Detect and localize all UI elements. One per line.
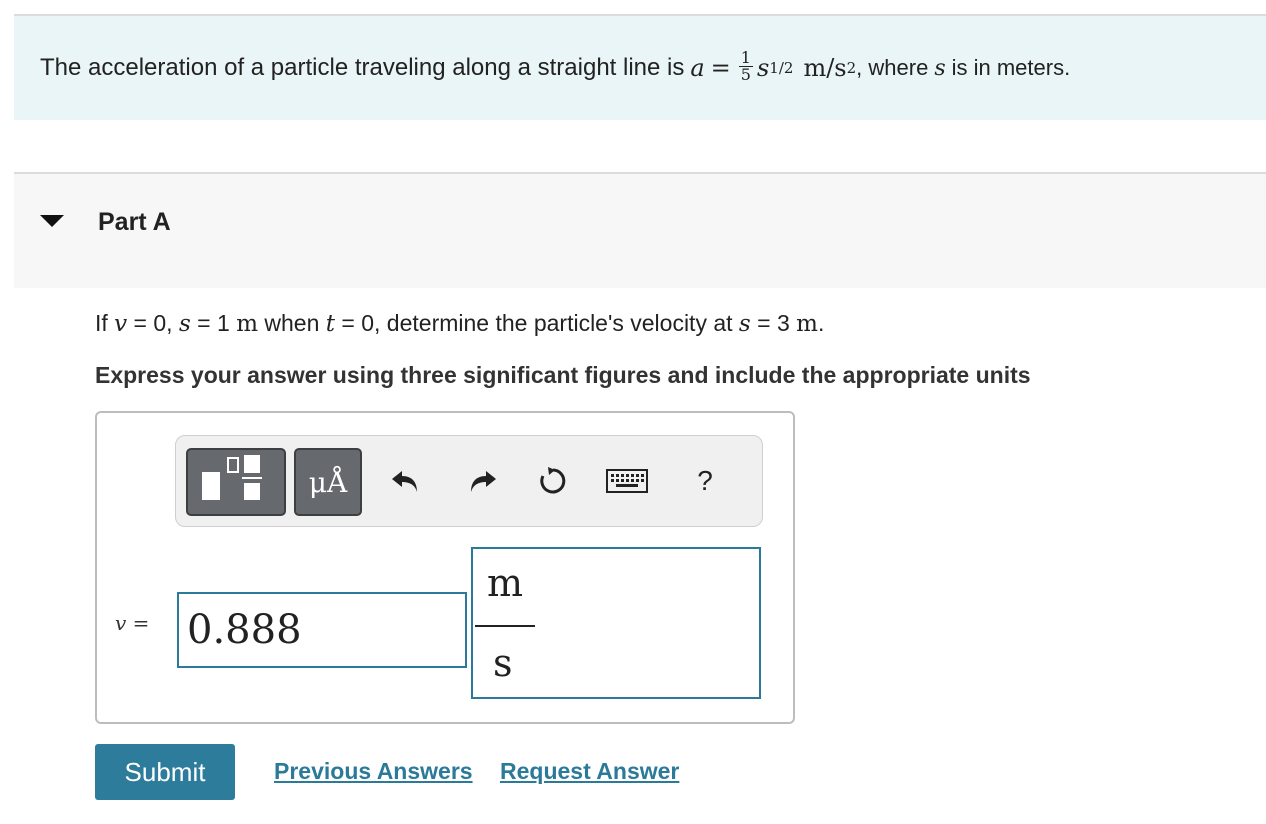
q-var-s: s	[738, 311, 751, 337]
unit-fraction-bar	[475, 625, 535, 627]
answer-value-input[interactable]: 0.888	[177, 592, 467, 668]
unit-denominator: s	[493, 641, 513, 685]
reset-icon[interactable]	[536, 464, 570, 498]
q-var-v: v	[114, 311, 128, 337]
question-text: If v = 0, s = 1 m when t = 0, determine …	[95, 310, 824, 337]
collapse-triangle-icon[interactable]	[40, 215, 64, 227]
q-text: .	[817, 310, 825, 336]
problem-text-s: s	[934, 55, 946, 81]
q-text: = 0, determine the particle's velocity a…	[335, 310, 739, 336]
q-var-s: s	[178, 311, 191, 337]
answer-units-input[interactable]: m s	[471, 547, 761, 699]
eq-fraction: 1 5	[738, 47, 753, 84]
q-text: = 3	[750, 310, 797, 336]
eq-frac-den: 5	[740, 64, 751, 84]
eq-units-exponent: 2	[846, 59, 857, 77]
eq-exponent: 1/2	[769, 59, 794, 77]
problem-text-after-2: is in meters.	[951, 55, 1071, 80]
templates-button[interactable]	[186, 448, 286, 516]
help-button[interactable]: ?	[688, 464, 722, 498]
undo-icon[interactable]	[388, 464, 422, 498]
q-unit-m: m	[796, 311, 818, 337]
part-title: Part A	[98, 208, 171, 236]
eq-units: m/s	[803, 54, 847, 82]
unit-numerator: m	[487, 561, 524, 605]
q-text: If	[95, 310, 115, 336]
eq-equals: =	[710, 54, 731, 82]
instruction-text: Express your answer using three signific…	[95, 362, 1031, 388]
problem-text-after-1: , where	[856, 55, 929, 80]
q-var-t: t	[325, 311, 336, 337]
math-toolbar: μÅ ?	[175, 435, 763, 527]
eq-frac-num: 1	[738, 47, 753, 67]
eq-s: s	[756, 54, 770, 82]
eq-a: a	[690, 54, 705, 82]
answer-panel: μÅ ? v = 0.888 m s	[95, 411, 795, 724]
redo-icon[interactable]	[466, 464, 500, 498]
templates-icon	[202, 455, 262, 500]
q-text: when	[258, 310, 326, 336]
keyboard-icon[interactable]	[606, 464, 648, 498]
request-answer-link[interactable]: Request Answer	[500, 758, 679, 785]
previous-answers-link[interactable]: Previous Answers	[274, 758, 473, 785]
problem-text-before: The acceleration of a particle traveling…	[40, 54, 685, 81]
answer-variable-label: v =	[115, 611, 150, 635]
q-text: = 0,	[127, 310, 179, 336]
q-unit-m: m	[236, 311, 258, 337]
problem-statement: The acceleration of a particle traveling…	[14, 14, 1266, 120]
units-button[interactable]: μÅ	[294, 448, 362, 516]
part-a-header[interactable]: Part A	[14, 172, 1266, 288]
q-text: = 1	[190, 310, 237, 336]
submit-button[interactable]: Submit	[95, 744, 235, 800]
